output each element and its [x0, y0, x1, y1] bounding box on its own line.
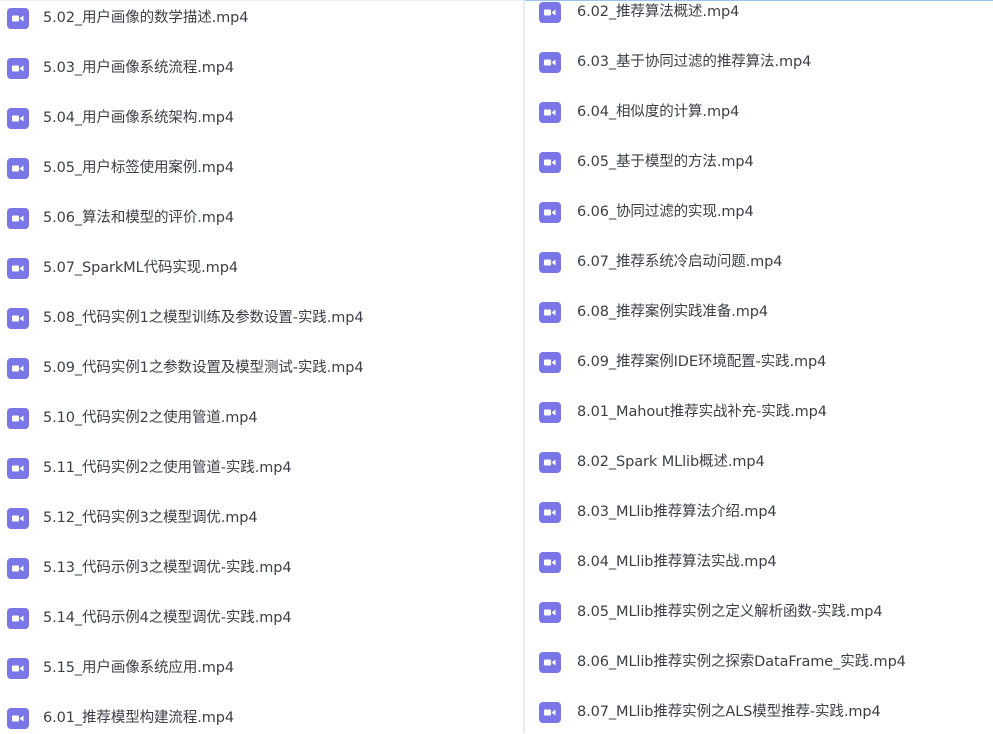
- video-file-icon: [539, 452, 561, 473]
- file-name: 5.12_代码实例3之模型调优.mp4: [43, 510, 258, 526]
- list-item[interactable]: 8.01_Mahout推荐实战补充-实践.mp4: [525, 392, 993, 432]
- video-file-icon: [7, 608, 29, 629]
- list-item[interactable]: 6.03_基于协同过滤的推荐算法.mp4: [525, 42, 993, 82]
- file-name: 5.05_用户标签使用案例.mp4: [43, 160, 234, 176]
- file-name: 5.10_代码实例2之使用管道.mp4: [43, 410, 258, 426]
- file-name: 6.09_推荐案例IDE环境配置-实践.mp4: [577, 354, 827, 370]
- video-file-icon: [539, 2, 561, 23]
- file-name: 8.03_MLlib推荐算法介绍.mp4: [577, 504, 777, 520]
- list-item[interactable]: 6.09_推荐案例IDE环境配置-实践.mp4: [525, 342, 993, 382]
- list-item[interactable]: 8.04_MLlib推荐算法实战.mp4: [525, 542, 993, 582]
- video-file-icon: [539, 52, 561, 73]
- file-name: 8.05_MLlib推荐实例之定义解析函数-实践.mp4: [577, 604, 883, 620]
- list-item[interactable]: 6.01_推荐模型构建流程.mp4: [0, 698, 523, 734]
- list-item[interactable]: 5.07_SparkML代码实现.mp4: [0, 248, 523, 288]
- video-file-icon: [539, 402, 561, 423]
- file-name: 8.06_MLlib推荐实例之探索DataFrame_实践.mp4: [577, 654, 906, 670]
- file-name: 6.03_基于协同过滤的推荐算法.mp4: [577, 54, 812, 70]
- file-name: 5.14_代码示例4之模型调优-实践.mp4: [43, 610, 292, 626]
- video-file-icon: [7, 658, 29, 679]
- list-item[interactable]: 8.03_MLlib推荐算法介绍.mp4: [525, 492, 993, 532]
- video-file-icon: [539, 352, 561, 373]
- list-item[interactable]: 6.04_相似度的计算.mp4: [525, 92, 993, 132]
- list-item[interactable]: 5.05_用户标签使用案例.mp4: [0, 148, 523, 188]
- list-item[interactable]: 6.05_基于模型的方法.mp4: [525, 142, 993, 182]
- video-file-icon: [7, 708, 29, 729]
- video-file-icon: [539, 252, 561, 273]
- file-name: 5.04_用户画像系统架构.mp4: [43, 110, 234, 126]
- left-file-list: 5.02_用户画像的数学描述.mp4 5.03_用户画像系统流程.mp4 5.0…: [0, 0, 523, 734]
- video-file-icon: [539, 152, 561, 173]
- file-name: 6.02_推荐算法概述.mp4: [577, 4, 740, 20]
- video-file-icon: [539, 102, 561, 123]
- video-file-icon: [7, 258, 29, 279]
- file-name: 5.08_代码实例1之模型训练及参数设置-实践.mp4: [43, 310, 364, 326]
- video-file-icon: [539, 602, 561, 623]
- file-name: 6.06_协同过滤的实现.mp4: [577, 204, 754, 220]
- file-name: 6.07_推荐系统冷启动问题.mp4: [577, 254, 783, 270]
- list-item[interactable]: 6.02_推荐算法概述.mp4: [525, 1, 993, 32]
- list-item[interactable]: 5.09_代码实例1之参数设置及模型测试-实践.mp4: [0, 348, 523, 388]
- list-item[interactable]: 6.08_推荐案例实践准备.mp4: [525, 292, 993, 332]
- file-name: 5.09_代码实例1之参数设置及模型测试-实践.mp4: [43, 360, 364, 376]
- video-file-icon: [539, 502, 561, 523]
- list-item[interactable]: 5.04_用户画像系统架构.mp4: [0, 98, 523, 138]
- file-name: 5.11_代码实例2之使用管道-实践.mp4: [43, 460, 292, 476]
- video-file-icon: [7, 508, 29, 529]
- list-item[interactable]: 5.08_代码实例1之模型训练及参数设置-实践.mp4: [0, 298, 523, 338]
- list-item[interactable]: 6.06_协同过滤的实现.mp4: [525, 192, 993, 232]
- file-name: 5.07_SparkML代码实现.mp4: [43, 260, 238, 276]
- list-item[interactable]: 5.03_用户画像系统流程.mp4: [0, 48, 523, 88]
- file-name: 6.04_相似度的计算.mp4: [577, 104, 740, 120]
- video-file-icon: [7, 408, 29, 429]
- list-item[interactable]: 5.15_用户画像系统应用.mp4: [0, 648, 523, 688]
- file-name: 5.15_用户画像系统应用.mp4: [43, 660, 234, 676]
- video-file-icon: [539, 302, 561, 323]
- list-item[interactable]: 5.12_代码实例3之模型调优.mp4: [0, 498, 523, 538]
- list-item[interactable]: 5.10_代码实例2之使用管道.mp4: [0, 398, 523, 438]
- video-file-icon: [7, 208, 29, 229]
- list-item[interactable]: 8.07_MLlib推荐实例之ALS模型推荐-实践.mp4: [525, 692, 993, 732]
- video-file-icon: [7, 458, 29, 479]
- video-file-icon: [7, 108, 29, 129]
- file-name: 6.05_基于模型的方法.mp4: [577, 154, 754, 170]
- video-file-icon: [7, 308, 29, 329]
- video-file-icon: [539, 652, 561, 673]
- file-name: 5.02_用户画像的数学描述.mp4: [43, 10, 249, 26]
- video-file-icon: [7, 158, 29, 179]
- list-item[interactable]: 5.11_代码实例2之使用管道-实践.mp4: [0, 448, 523, 488]
- list-item[interactable]: 8.02_Spark MLlib概述.mp4: [525, 442, 993, 482]
- file-name: 5.03_用户画像系统流程.mp4: [43, 60, 234, 76]
- video-file-icon: [7, 558, 29, 579]
- file-name: 6.08_推荐案例实践准备.mp4: [577, 304, 768, 320]
- video-file-icon: [539, 702, 561, 723]
- file-name: 8.07_MLlib推荐实例之ALS模型推荐-实践.mp4: [577, 704, 881, 720]
- video-file-icon: [539, 552, 561, 573]
- right-file-list: 6.02_推荐算法概述.mp4 6.03_基于协同过滤的推荐算法.mp4 6.0…: [525, 0, 993, 734]
- file-name: 8.01_Mahout推荐实战补充-实践.mp4: [577, 404, 827, 420]
- list-item[interactable]: 6.07_推荐系统冷启动问题.mp4: [525, 242, 993, 282]
- video-file-icon: [539, 202, 561, 223]
- video-file-icon: [7, 8, 29, 29]
- list-item[interactable]: 5.13_代码示例3之模型调优-实践.mp4: [0, 548, 523, 588]
- file-name: 5.06_算法和模型的评价.mp4: [43, 210, 234, 226]
- list-item[interactable]: 8.05_MLlib推荐实例之定义解析函数-实践.mp4: [525, 592, 993, 632]
- video-file-icon: [7, 358, 29, 379]
- video-file-icon: [7, 58, 29, 79]
- list-item[interactable]: 5.02_用户画像的数学描述.mp4: [0, 1, 523, 38]
- list-item[interactable]: 8.06_MLlib推荐实例之探索DataFrame_实践.mp4: [525, 642, 993, 682]
- file-name: 6.01_推荐模型构建流程.mp4: [43, 710, 234, 726]
- file-name: 5.13_代码示例3之模型调优-实践.mp4: [43, 560, 292, 576]
- file-name: 8.02_Spark MLlib概述.mp4: [577, 454, 765, 470]
- file-name: 8.04_MLlib推荐算法实战.mp4: [577, 554, 777, 570]
- list-item[interactable]: 5.14_代码示例4之模型调优-实践.mp4: [0, 598, 523, 638]
- list-item[interactable]: 5.06_算法和模型的评价.mp4: [0, 198, 523, 238]
